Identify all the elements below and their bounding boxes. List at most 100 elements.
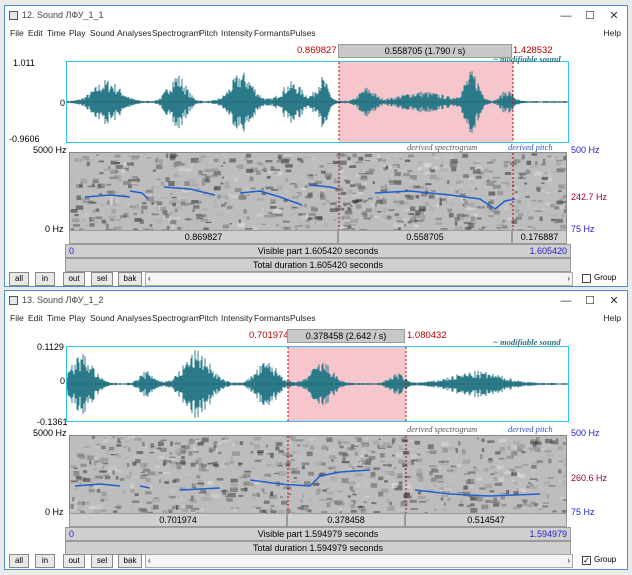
menu-intensity[interactable]: Intensity xyxy=(221,313,253,323)
spectrogram-cell xyxy=(368,456,376,460)
spectrogram-cell xyxy=(376,196,379,199)
menu-formants[interactable]: Formants xyxy=(254,313,290,323)
spectrogram-cell xyxy=(202,208,208,211)
scroll-right-icon[interactable]: › xyxy=(567,555,570,567)
selection-duration[interactable]: 0.558705 (1.790 / s) xyxy=(338,44,512,58)
in-button[interactable]: in xyxy=(35,272,55,286)
spectrogram-cell xyxy=(362,458,366,461)
spectrogram-cell xyxy=(329,500,336,503)
menu-analyses[interactable]: Analyses xyxy=(117,313,152,323)
spectrogram-panel[interactable] xyxy=(69,152,567,232)
spectrogram-panel[interactable] xyxy=(69,435,567,515)
bak-button[interactable]: bak xyxy=(118,554,142,568)
menu-spectrogram[interactable]: Spectrogram xyxy=(152,28,201,38)
menu-analyses[interactable]: Analyses xyxy=(117,28,152,38)
all-button[interactable]: all xyxy=(9,272,29,286)
waveform-panel[interactable] xyxy=(66,346,569,422)
scroll-right-icon[interactable]: › xyxy=(567,273,570,285)
title-bar[interactable]: 13. Sound ЛФУ_1_2 — ☐ ✕ xyxy=(5,291,627,311)
all-button[interactable]: all xyxy=(9,554,29,568)
spectrogram-cell xyxy=(347,211,353,214)
menu-help[interactable]: Help xyxy=(604,313,621,323)
title-bar[interactable]: 12. Sound ЛФУ_1_1 — ☐ ✕ xyxy=(5,6,627,26)
out-button[interactable]: out xyxy=(63,272,85,286)
spectrogram-cell xyxy=(134,437,143,441)
time-scrollbar[interactable]: ‹ › xyxy=(145,272,573,286)
spectrogram-cell xyxy=(308,196,311,199)
spectrogram-cell xyxy=(296,439,304,442)
menu-help[interactable]: Help xyxy=(604,28,621,38)
minimize-icon[interactable]: — xyxy=(553,8,579,24)
menu-time[interactable]: Time xyxy=(47,28,66,38)
menu-pulses[interactable]: Pulses xyxy=(290,313,316,323)
menu-play[interactable]: Play xyxy=(69,313,86,323)
spectrogram-cell xyxy=(197,457,202,463)
menu-time[interactable]: Time xyxy=(47,313,66,323)
spectrogram-cell xyxy=(344,221,351,225)
spectrogram-cell xyxy=(315,180,322,184)
menu-intensity[interactable]: Intensity xyxy=(221,28,253,38)
bak-button[interactable]: bak xyxy=(118,272,142,286)
window-title: 13. Sound ЛФУ_1_2 xyxy=(22,295,104,305)
segment-after[interactable]: 0.176887 xyxy=(512,230,567,244)
close-icon[interactable]: ✕ xyxy=(601,8,627,24)
spectrogram-cell xyxy=(291,195,299,199)
close-icon[interactable]: ✕ xyxy=(601,293,627,309)
sel-button[interactable]: sel xyxy=(91,272,113,286)
spectrogram-cell xyxy=(514,466,522,469)
menu-formants[interactable]: Formants xyxy=(254,28,290,38)
menu-sound[interactable]: Sound xyxy=(90,313,115,323)
segment-after[interactable]: 0.514547 xyxy=(405,513,567,527)
menu-pulses[interactable]: Pulses xyxy=(290,28,316,38)
spectrogram-cell xyxy=(205,164,209,168)
out-button[interactable]: out xyxy=(63,554,85,568)
spectrogram-cell xyxy=(89,460,92,465)
spectrogram-cell xyxy=(553,222,560,224)
spectrogram-cell xyxy=(92,178,99,182)
spectrogram-cell xyxy=(145,192,152,197)
scroll-left-icon[interactable]: ‹ xyxy=(148,273,151,285)
group-checkbox[interactable] xyxy=(582,274,591,283)
visible-part-bar[interactable]: 0 Visible part 1.605420 seconds 1.605420 xyxy=(65,244,571,258)
segment-selection[interactable]: 0.558705 xyxy=(338,230,512,244)
total-duration-bar[interactable]: Total duration 1.605420 seconds xyxy=(65,258,571,272)
spectrogram-cell xyxy=(543,481,551,486)
spectrogram-cell xyxy=(517,200,522,204)
scroll-left-icon[interactable]: ‹ xyxy=(148,555,151,567)
spectrogram-cell xyxy=(188,499,194,502)
spectrogram-cell xyxy=(421,157,425,159)
menu-play[interactable]: Play xyxy=(69,28,86,38)
menu-pitch[interactable]: Pitch xyxy=(199,28,218,38)
segment-before[interactable]: 0.701974 xyxy=(69,513,287,527)
spectrogram-cell xyxy=(224,194,230,200)
spectrogram-cell xyxy=(415,210,421,214)
spectrogram-cell xyxy=(374,207,377,211)
total-duration-bar[interactable]: Total duration 1.594979 seconds xyxy=(65,541,571,555)
selection-duration[interactable]: 0.378458 (2.642 / s) xyxy=(287,329,405,343)
spectrogram-cell xyxy=(394,169,397,172)
in-button[interactable]: in xyxy=(35,554,55,568)
group-checkbox[interactable]: ✓ xyxy=(582,556,591,565)
menu-file[interactable]: File xyxy=(10,28,24,38)
spectrogram-cell xyxy=(541,182,545,185)
sound-window-icon xyxy=(9,296,18,305)
menu-spectrogram[interactable]: Spectrogram xyxy=(152,313,201,323)
menu-edit[interactable]: Edit xyxy=(28,313,43,323)
spectrogram-cell xyxy=(131,505,134,508)
minimize-icon[interactable]: — xyxy=(553,293,579,309)
menu-pitch[interactable]: Pitch xyxy=(199,313,218,323)
time-scrollbar[interactable]: ‹ › xyxy=(145,554,573,568)
spectrogram-cell xyxy=(87,486,91,489)
visible-part-bar[interactable]: 0 Visible part 1.594979 seconds 1.594979 xyxy=(65,527,571,541)
menu-edit[interactable]: Edit xyxy=(28,28,43,38)
segment-selection[interactable]: 0.378458 xyxy=(287,513,405,527)
waveform-panel[interactable] xyxy=(66,61,569,143)
menu-file[interactable]: File xyxy=(10,313,24,323)
spectrogram-cell xyxy=(369,214,374,218)
maximize-icon[interactable]: ☐ xyxy=(577,8,603,24)
sel-button[interactable]: sel xyxy=(91,554,113,568)
segment-before[interactable]: 0.869827 xyxy=(69,230,338,244)
menu-sound[interactable]: Sound xyxy=(90,28,115,38)
spectrogram-cell xyxy=(374,497,378,499)
maximize-icon[interactable]: ☐ xyxy=(577,293,603,309)
